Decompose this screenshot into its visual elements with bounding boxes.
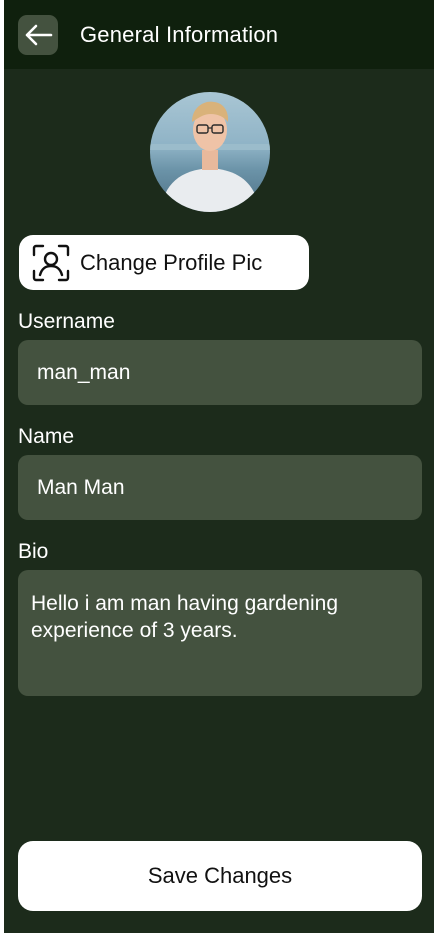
arrow-left-icon [25,24,53,46]
change-profile-pic-label: Change Profile Pic [80,249,263,275]
back-button[interactable] [18,15,58,55]
header: General Information [4,0,434,69]
save-changes-button[interactable]: Save Changes [18,841,422,911]
face-scan-icon [32,244,70,282]
bio-label: Bio [18,540,49,563]
bio-textarea[interactable]: Hello i am man having gardening experien… [18,570,422,696]
change-profile-pic-button[interactable]: Change Profile Pic [19,235,309,290]
username-label: Username [18,310,115,333]
avatar [150,92,270,212]
username-input[interactable]: man_man [18,340,422,405]
name-label: Name [18,425,75,448]
screen: General Information Change Profile Pic U… [4,0,434,933]
name-input[interactable]: Man Man [18,455,422,520]
page-title: General Information [80,22,279,47]
